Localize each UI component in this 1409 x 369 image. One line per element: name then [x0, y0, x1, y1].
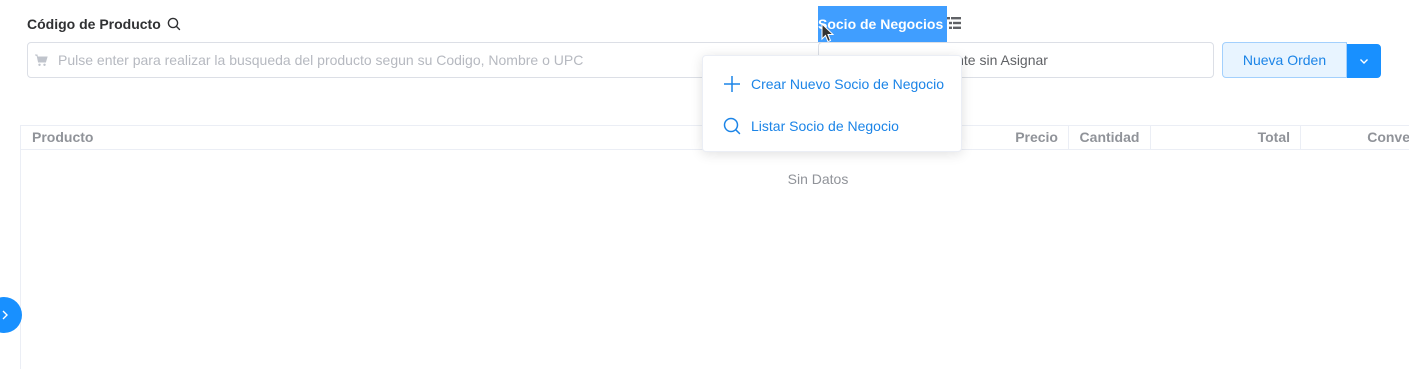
dropdown-item-create-partner[interactable]: Crear Nuevo Socio de Negocio	[703, 66, 961, 102]
mouse-cursor-icon	[821, 22, 835, 48]
business-partner-dropdown-menu: Crear Nuevo Socio de Negocio Listar Soci…	[702, 55, 962, 152]
sidebar-expand-button[interactable]	[0, 297, 22, 333]
search-icon	[723, 117, 741, 135]
new-order-button[interactable]: Nueva Orden	[1222, 42, 1347, 78]
new-order-dropdown-button[interactable]	[1347, 44, 1381, 78]
plus-icon	[724, 76, 740, 92]
table-empty-text: Sin Datos	[787, 171, 849, 187]
chevron-down-icon	[1358, 55, 1370, 67]
chevron-right-icon	[0, 309, 10, 321]
column-header-producto[interactable]: Producto	[32, 126, 93, 149]
product-code-label-group: Código de Producto	[27, 15, 181, 33]
column-header-total[interactable]: Total	[1150, 126, 1300, 149]
dropdown-item-label: Crear Nuevo Socio de Negocio	[751, 76, 944, 92]
business-partner-label[interactable]: Socio de Negocios	[818, 16, 943, 32]
column-header-conve[interactable]: Conve	[1300, 126, 1409, 149]
business-partner-label-highlight[interactable]: Socio de Negocios	[818, 6, 947, 42]
list-icon[interactable]	[947, 16, 961, 35]
product-code-label: Código de Producto	[27, 16, 161, 32]
column-header-cantidad[interactable]: Cantidad	[1068, 126, 1150, 149]
product-search-input[interactable]: Pulse enter para realizar la busqueda de…	[58, 52, 583, 68]
dropdown-item-list-partners[interactable]: Listar Socio de Negocio	[703, 108, 961, 144]
new-order-label: Nueva Orden	[1242, 52, 1327, 68]
cart-icon	[34, 53, 48, 67]
dropdown-item-label: Listar Socio de Negocio	[751, 118, 899, 134]
search-icon[interactable]	[167, 17, 181, 31]
